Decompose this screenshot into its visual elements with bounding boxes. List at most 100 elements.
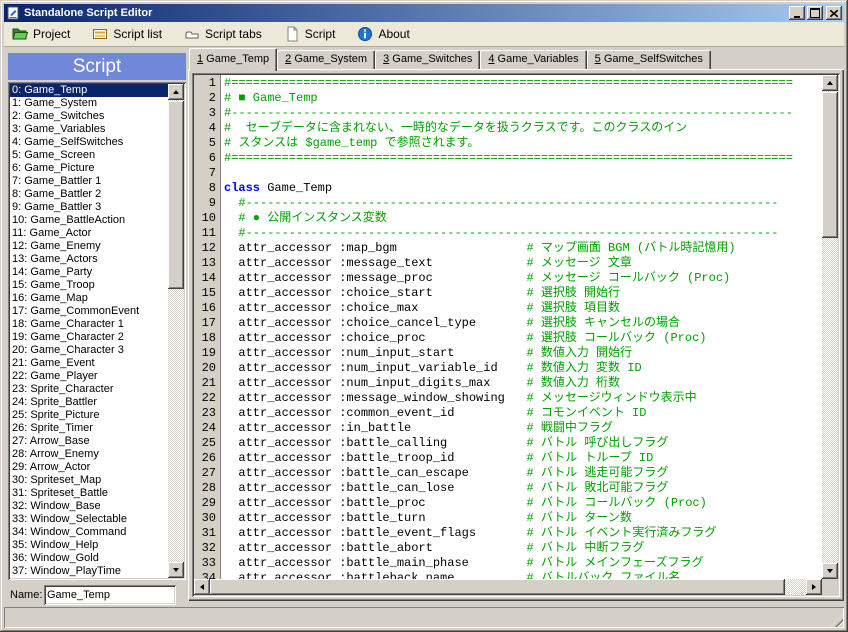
scroll-left-button[interactable] xyxy=(194,579,210,595)
script-list-item[interactable]: 23: Sprite_Character xyxy=(10,383,168,396)
toolbar-button-label: Project xyxy=(33,27,70,41)
toolbar-button-label: Script list xyxy=(113,27,162,41)
script-tabs-icon xyxy=(184,26,200,42)
code-line: attr_accessor :battle_can_lose # バトル 敗北可… xyxy=(224,481,822,496)
script-list-item[interactable]: 10: Game_BattleAction xyxy=(10,214,168,227)
script-list-item[interactable]: 4: Game_SelfSwitches xyxy=(10,136,168,149)
editor-v-scrollbar[interactable] xyxy=(822,75,838,579)
script-list: 0: Game_Temp1: Game_System2: Game_Switch… xyxy=(10,84,168,578)
script-list-item[interactable]: 9: Game_Battler 3 xyxy=(10,201,168,214)
code-line: attr_accessor :battle_can_escape # バトル 逃… xyxy=(224,466,822,481)
toolbar-button-script[interactable]: Script xyxy=(280,24,340,44)
about-info-icon xyxy=(357,26,373,42)
script-list-item[interactable]: 18: Game_Character 1 xyxy=(10,318,168,331)
code-line: # スタンスは $game_temp で参照されます。 xyxy=(224,136,822,151)
code-line: # ■ Game_Temp xyxy=(224,91,822,106)
script-list-item[interactable]: 13: Game_Actors xyxy=(10,253,168,266)
script-list-item[interactable]: 8: Game_Battler 2 xyxy=(10,188,168,201)
script-list-item[interactable]: 1: Game_System xyxy=(10,97,168,110)
script-listbox: 0: Game_Temp1: Game_System2: Game_Switch… xyxy=(8,82,186,580)
script-list-item[interactable]: 33: Window_Selectable xyxy=(10,513,168,526)
toolbar-button-about[interactable]: About xyxy=(353,24,413,44)
code-line: attr_accessor :in_battle # 戦闘中フラグ xyxy=(224,421,822,436)
scroll-thumb[interactable] xyxy=(210,579,785,595)
script-list-item[interactable]: 6: Game_Picture xyxy=(10,162,168,175)
code-line xyxy=(224,166,822,181)
code-area[interactable]: #=======================================… xyxy=(221,75,822,580)
toolbar-button-label: Script xyxy=(305,27,336,41)
script-list-scrollbar[interactable] xyxy=(168,84,184,578)
titlebar[interactable]: Standalone Script Editor xyxy=(4,4,844,22)
project-folder-icon xyxy=(12,26,28,42)
script-list-item[interactable]: 7: Game_Battler 1 xyxy=(10,175,168,188)
maximize-button[interactable] xyxy=(807,6,823,20)
tab-label: Game_Temp xyxy=(203,53,269,65)
script-list-item[interactable]: 34: Window_Command xyxy=(10,526,168,539)
script-list-item[interactable]: 0: Game_Temp xyxy=(10,84,168,97)
status-bar xyxy=(4,607,844,628)
tab-game-switches[interactable]: 3 Game_Switches xyxy=(375,50,480,69)
script-list-item[interactable]: 31: Spriteset_Battle xyxy=(10,487,168,500)
script-list-item[interactable]: 20: Game_Character 3 xyxy=(10,344,168,357)
script-list-item[interactable]: 15: Game_Troop xyxy=(10,279,168,292)
scroll-thumb[interactable] xyxy=(168,101,184,289)
scroll-up-button[interactable] xyxy=(822,75,838,91)
arrow-left-icon xyxy=(197,584,204,590)
script-list-item[interactable]: 11: Game_Actor xyxy=(10,227,168,240)
line-number-gutter: 1234567891011121314151617181920212223242… xyxy=(194,75,221,580)
toolbar: Project Script list Script tabs Script About xyxy=(4,22,844,47)
script-list-item[interactable]: 14: Game_Party xyxy=(10,266,168,279)
toolbar-button-script-list[interactable]: Script list xyxy=(88,24,166,44)
script-list-item[interactable]: 35: Window_Help xyxy=(10,539,168,552)
script-list-item[interactable]: 5: Game_Screen xyxy=(10,149,168,162)
scroll-thumb[interactable] xyxy=(822,92,838,238)
script-list-item[interactable]: 27: Arrow_Base xyxy=(10,435,168,448)
script-list-item[interactable]: 25: Sprite_Picture xyxy=(10,409,168,422)
script-list-item[interactable]: 32: Window_Base xyxy=(10,500,168,513)
code-line: #---------------------------------------… xyxy=(224,226,822,241)
scroll-down-button[interactable] xyxy=(168,562,184,578)
code-line: #---------------------------------------… xyxy=(224,196,822,211)
script-list-item[interactable]: 21: Game_Event xyxy=(10,357,168,370)
scrollbar-corner xyxy=(822,579,838,595)
code-line: attr_accessor :battle_proc # バトル コールバック … xyxy=(224,496,822,511)
tab-game-variables[interactable]: 4 Game_Variables xyxy=(480,50,586,69)
arrow-down-icon xyxy=(827,569,833,576)
script-list-item[interactable]: 26: Sprite_Timer xyxy=(10,422,168,435)
script-list-item[interactable]: 16: Game_Map xyxy=(10,292,168,305)
script-list-item[interactable]: 17: Game_CommonEvent xyxy=(10,305,168,318)
window-controls xyxy=(787,6,844,20)
resize-grip[interactable] xyxy=(830,614,843,627)
scroll-down-button[interactable] xyxy=(822,563,838,579)
script-page-icon xyxy=(284,26,300,42)
script-list-item[interactable]: 37: Window_PlayTime xyxy=(10,565,168,578)
code-line: attr_accessor :battle_main_phase # バトル メ… xyxy=(224,556,822,571)
toolbar-button-project[interactable]: Project xyxy=(8,24,74,44)
script-list-item[interactable]: 36: Window_Gold xyxy=(10,552,168,565)
scroll-right-button[interactable] xyxy=(806,579,822,595)
script-list-item[interactable]: 2: Game_Switches xyxy=(10,110,168,123)
tab-label: Game_Variables xyxy=(495,53,579,65)
script-list-item[interactable]: 28: Arrow_Enemy xyxy=(10,448,168,461)
script-list-item[interactable]: 24: Sprite_Battler xyxy=(10,396,168,409)
tab-game-temp[interactable]: 1 Game_Temp xyxy=(189,48,277,71)
tab-game-system[interactable]: 2 Game_System xyxy=(277,50,375,69)
tab-game-selfswitches[interactable]: 5 Game_SelfSwitches xyxy=(587,50,711,69)
code-line: class Game_Temp xyxy=(224,181,822,196)
close-button[interactable] xyxy=(826,6,842,20)
editor-h-scrollbar[interactable] xyxy=(194,579,822,595)
name-input[interactable] xyxy=(44,585,176,605)
minimize-button[interactable] xyxy=(789,6,805,20)
toolbar-button-script-tabs[interactable]: Script tabs xyxy=(180,24,266,44)
script-list-item[interactable]: 22: Game_Player xyxy=(10,370,168,383)
code-line: attr_accessor :choice_max # 選択肢 項目数 xyxy=(224,301,822,316)
script-list-item[interactable]: 12: Game_Enemy xyxy=(10,240,168,253)
code-line: #=======================================… xyxy=(224,76,822,91)
script-list-item[interactable]: 30: Spriteset_Map xyxy=(10,474,168,487)
tab-label: Game_Switches xyxy=(389,53,472,65)
script-list-item[interactable]: 29: Arrow_Actor xyxy=(10,461,168,474)
scroll-up-button[interactable] xyxy=(168,84,184,100)
arrow-down-icon xyxy=(173,568,179,575)
script-list-item[interactable]: 3: Game_Variables xyxy=(10,123,168,136)
script-list-item[interactable]: 19: Game_Character 2 xyxy=(10,331,168,344)
